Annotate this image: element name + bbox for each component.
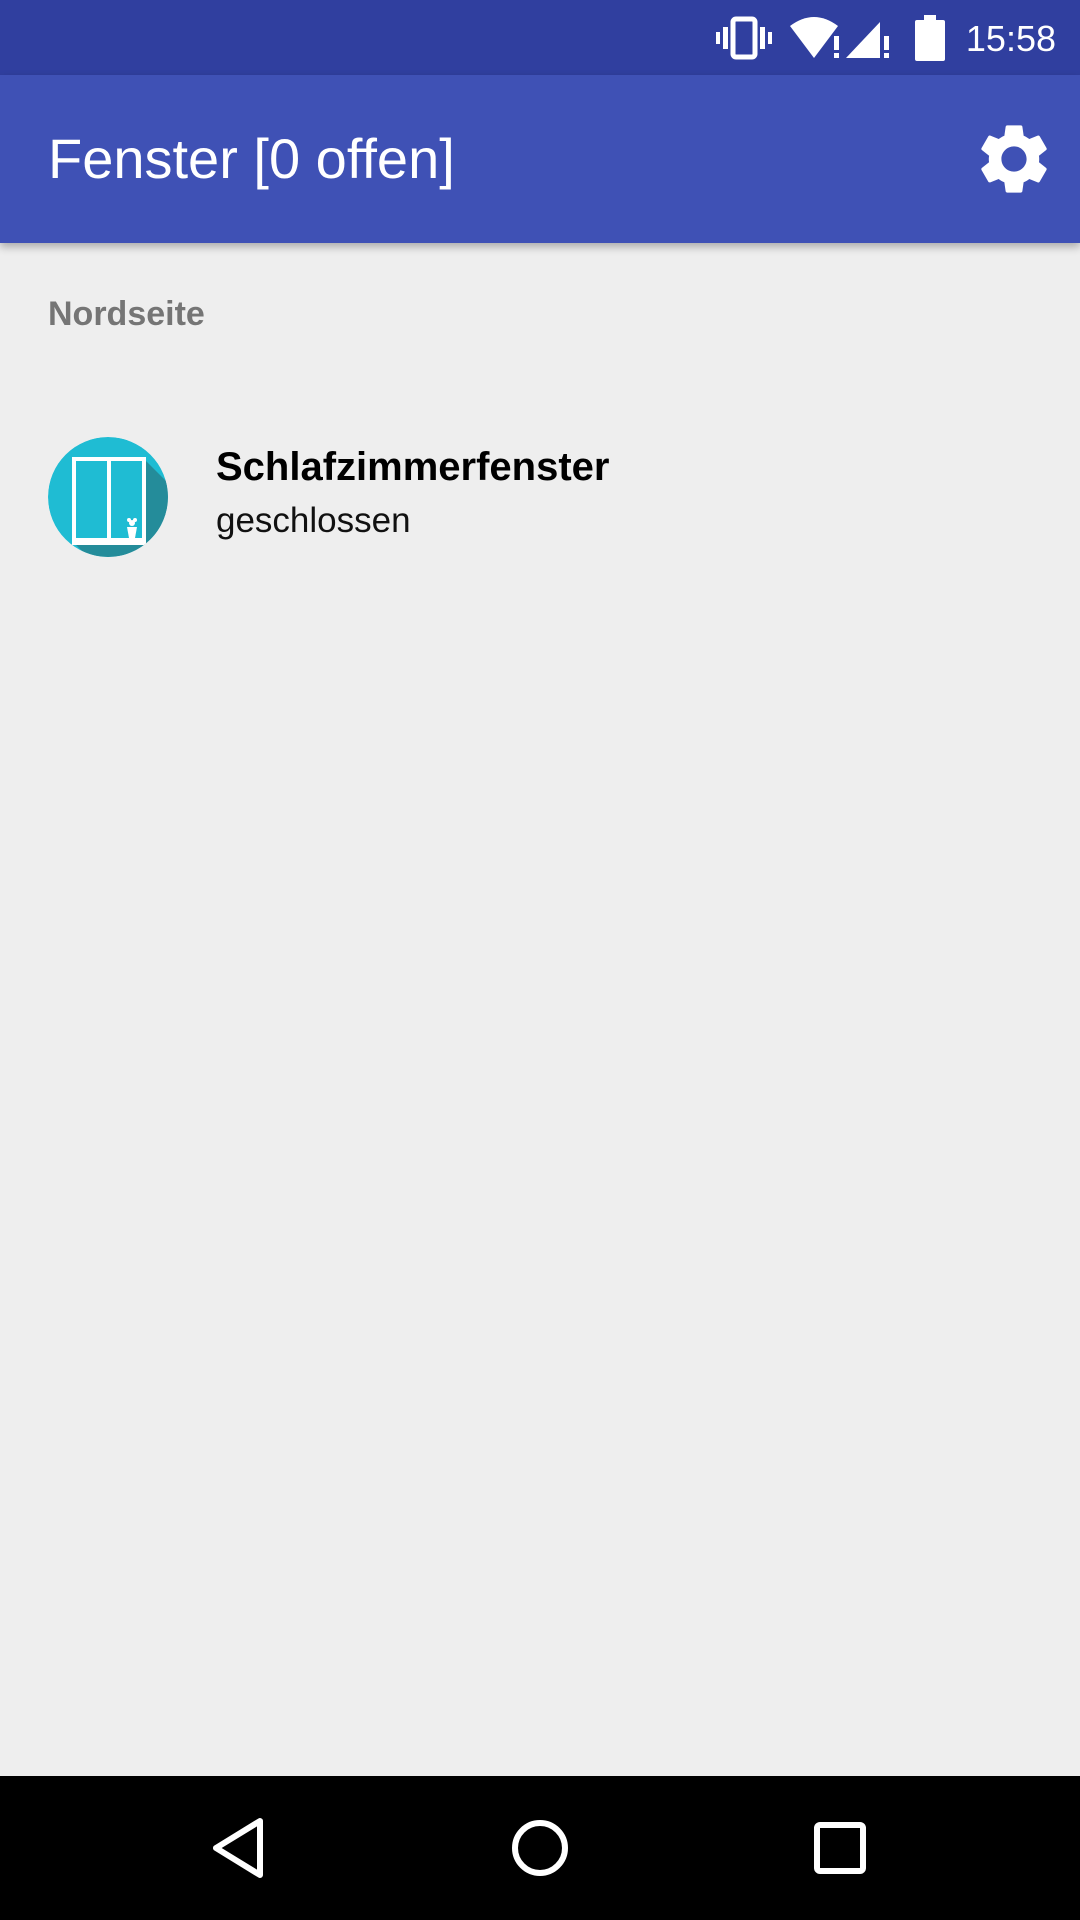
gear-icon bbox=[981, 125, 1047, 193]
wifi-alert-icon bbox=[788, 0, 844, 75]
item-status: geschlossen bbox=[216, 501, 411, 540]
recents-button[interactable] bbox=[804, 1812, 876, 1884]
vibrate-icon bbox=[716, 0, 772, 75]
item-title: Schlafzimmerfenster bbox=[216, 445, 610, 489]
app-bar: Fenster [0 offen] bbox=[0, 75, 1080, 243]
signal-alert-icon bbox=[846, 0, 894, 75]
status-bar: 15:58 bbox=[0, 0, 1080, 75]
back-button[interactable] bbox=[204, 1812, 276, 1884]
page-title: Fenster [0 offen] bbox=[48, 127, 455, 190]
list-item[interactable]: Schlafzimmerfenster geschlossen bbox=[0, 423, 1080, 573]
section-header: Nordseite bbox=[48, 295, 205, 333]
status-time: 15:58 bbox=[965, 18, 1056, 59]
settings-button[interactable] bbox=[972, 117, 1056, 201]
back-icon bbox=[213, 1818, 263, 1878]
battery-icon bbox=[912, 0, 948, 75]
window-list: Nordseite Schlafzimmerfenster geschlosse… bbox=[0, 243, 1080, 1776]
home-button[interactable] bbox=[504, 1812, 576, 1884]
home-icon bbox=[512, 1820, 568, 1876]
recents-icon bbox=[814, 1822, 866, 1874]
navigation-bar bbox=[0, 1776, 1080, 1920]
window-icon bbox=[48, 437, 168, 557]
